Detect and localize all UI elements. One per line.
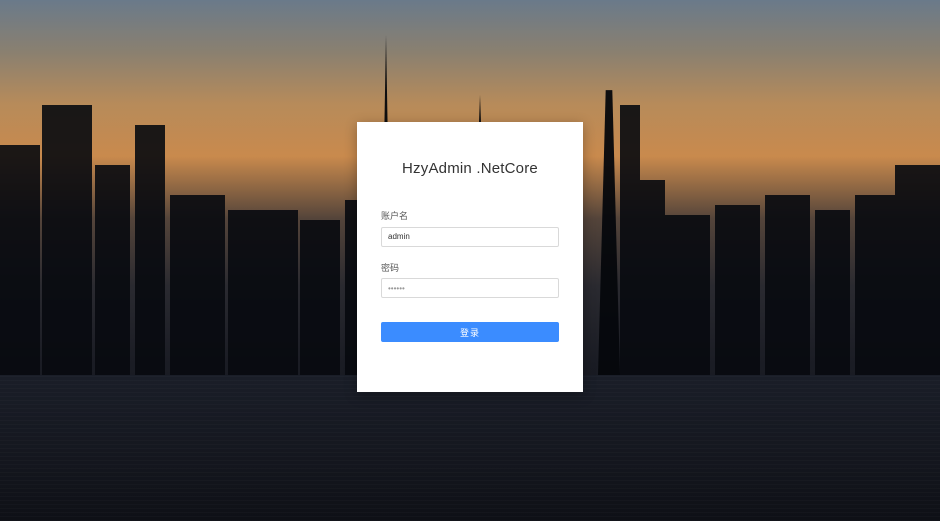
password-input[interactable] — [381, 278, 559, 298]
login-button[interactable]: 登录 — [381, 322, 559, 342]
background-water — [0, 375, 940, 521]
username-group: 账户名 — [381, 209, 559, 247]
app-title: HzyAdmin .NetCore — [381, 160, 559, 177]
username-input[interactable] — [381, 227, 559, 247]
login-page-background: HzyAdmin .NetCore 账户名 密码 登录 — [0, 0, 940, 521]
password-group: 密码 — [381, 261, 559, 299]
username-label: 账户名 — [381, 209, 559, 222]
password-label: 密码 — [381, 261, 559, 274]
login-card: HzyAdmin .NetCore 账户名 密码 登录 — [357, 122, 583, 392]
